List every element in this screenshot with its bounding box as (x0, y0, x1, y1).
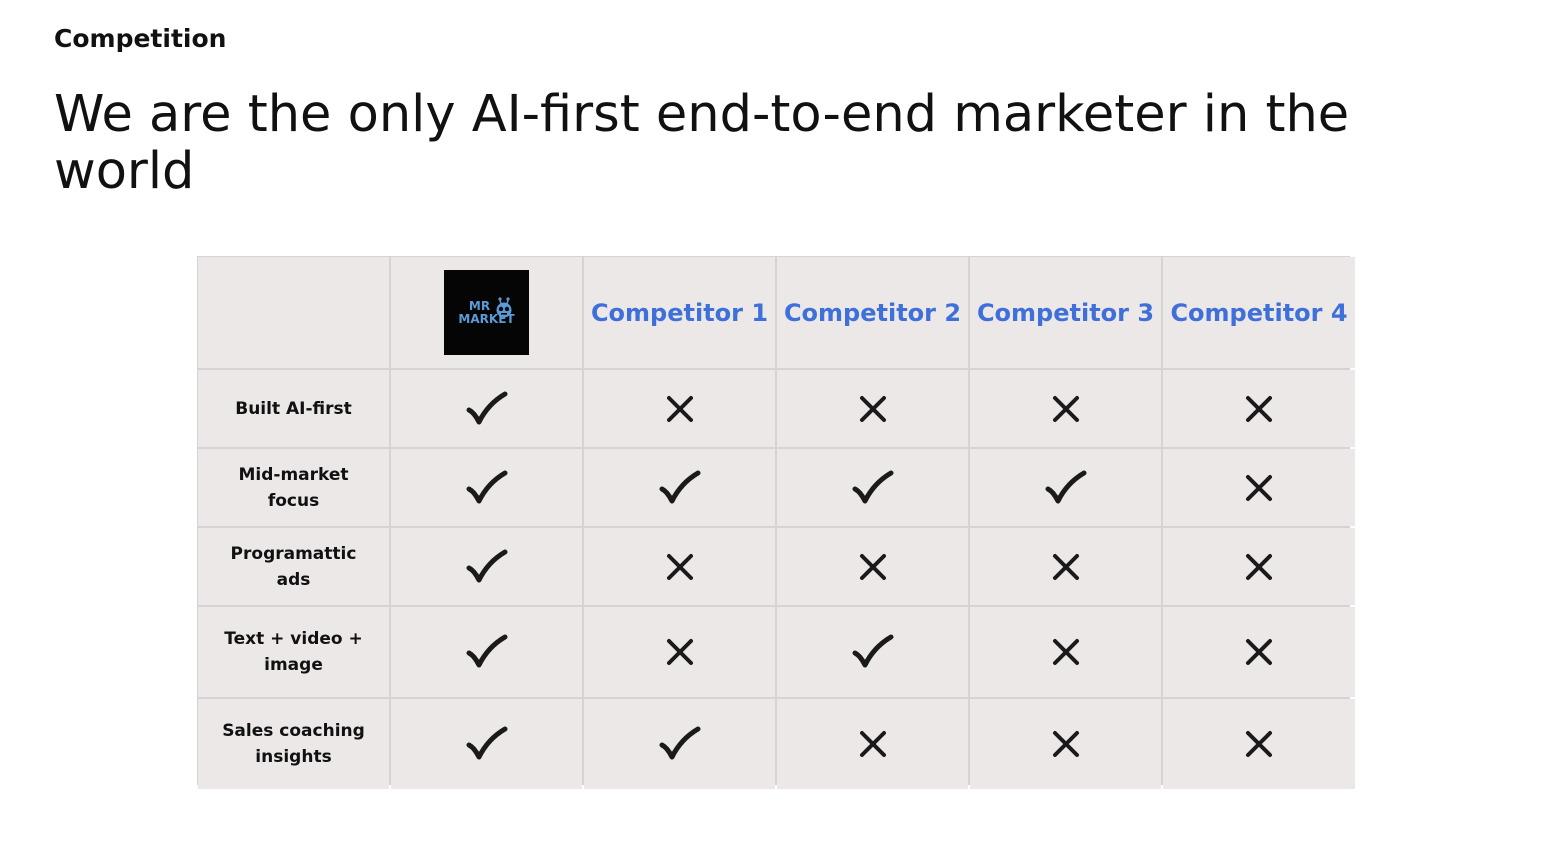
cross-icon (1052, 639, 1079, 665)
mark-cell (970, 528, 1161, 605)
check-icon (852, 470, 893, 503)
cross-icon (666, 553, 693, 580)
mark-cell (584, 528, 775, 605)
cross-icon (1246, 474, 1272, 501)
mark-cell (391, 699, 582, 789)
cross-icon (1052, 395, 1079, 422)
mark-cell (777, 699, 968, 789)
mark-cell (1163, 528, 1355, 605)
cross-icon (859, 553, 886, 580)
row-label-sales-coaching-insights: Sales coaching insights (198, 699, 389, 789)
check-icon (659, 470, 700, 503)
row-label-text-video-image: Text + video + image (198, 607, 389, 697)
mark-cell (391, 528, 582, 605)
check-icon (1045, 470, 1086, 503)
mark-cell (777, 607, 968, 697)
mr-market-logo: MR MARKET (444, 270, 529, 355)
check-icon (466, 634, 507, 668)
cross-icon (666, 395, 693, 422)
competitor-1-header: Competitor 1 (584, 257, 775, 368)
mark-cell (391, 607, 582, 697)
mark-cell (391, 370, 582, 447)
logo-line-1: MR (468, 298, 491, 313)
section-label: Competition (54, 24, 227, 53)
cross-icon (1246, 731, 1272, 757)
header-empty-cell (198, 257, 389, 368)
cross-icon (859, 731, 886, 757)
mark-cell (970, 699, 1161, 789)
mark-cell (777, 370, 968, 447)
cross-icon (859, 395, 886, 422)
cross-icon (1052, 731, 1079, 757)
row-label-programattic-ads: Programattic ads (198, 528, 389, 605)
check-icon (466, 549, 507, 582)
cross-icon (1246, 639, 1272, 665)
competitor-4-header: Competitor 4 (1163, 257, 1355, 368)
header-logo-cell: MR MARKET (391, 257, 582, 368)
check-icon (852, 634, 893, 668)
mark-cell (584, 699, 775, 789)
check-icon (466, 470, 507, 503)
competitor-2-header: Competitor 2 (777, 257, 968, 368)
mark-cell (584, 370, 775, 447)
mark-cell (777, 449, 968, 526)
robot-face-icon (496, 297, 512, 318)
cross-icon (1052, 553, 1079, 580)
cross-icon (1246, 395, 1272, 422)
row-label-mid-market-focus: Mid-market focus (198, 449, 389, 526)
competitor-3-header: Competitor 3 (970, 257, 1161, 368)
mark-cell (1163, 370, 1355, 447)
mark-cell (584, 607, 775, 697)
check-icon (466, 391, 507, 424)
cross-icon (1246, 553, 1272, 580)
check-icon (466, 726, 507, 760)
row-label-built-ai-first: Built AI-first (198, 370, 389, 447)
cross-icon (666, 639, 693, 665)
mark-cell (1163, 449, 1355, 526)
mark-cell (777, 528, 968, 605)
mark-cell (970, 449, 1161, 526)
mark-cell (1163, 699, 1355, 789)
mark-cell (1163, 607, 1355, 697)
comparison-table: MR MARKET Competitor 1 Competitor 2 Comp… (197, 256, 1355, 789)
mark-cell (970, 370, 1161, 447)
check-icon (659, 726, 700, 760)
mark-cell (970, 607, 1161, 697)
slide-headline: We are the only AI-first end-to-end mark… (54, 85, 1350, 201)
mark-cell (391, 449, 582, 526)
mark-cell (584, 449, 775, 526)
